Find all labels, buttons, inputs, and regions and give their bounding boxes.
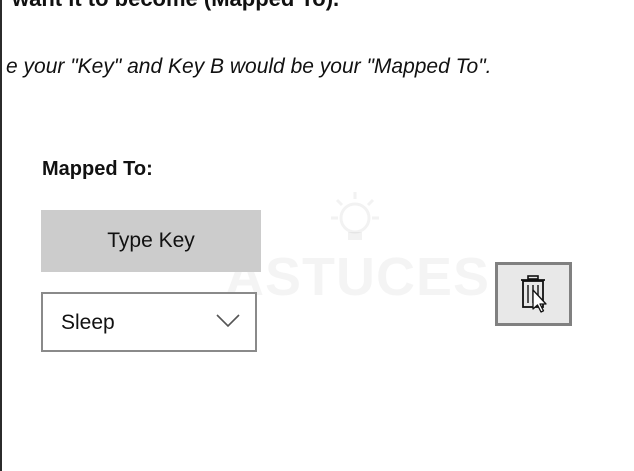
delete-mapping-button[interactable]	[495, 262, 572, 326]
lightbulb-watermark-icon	[331, 192, 379, 240]
instruction-heading: want it to become (Mapped To).	[12, 0, 339, 12]
trash-icon	[520, 275, 547, 313]
mapped-key-dropdown[interactable]: Sleep	[41, 292, 257, 352]
mapped-to-label: Mapped To:	[42, 158, 153, 180]
mapped-key-value: Sleep	[61, 311, 115, 334]
window-content: want it to become (Mapped To). e your "K…	[0, 0, 634, 471]
chevron-down-icon	[216, 314, 240, 328]
instruction-example: e your "Key" and Key B would be your "Ma…	[6, 55, 492, 78]
arrow-cursor-icon	[531, 289, 547, 313]
window-left-border	[0, 0, 2, 471]
watermark-text: ASTUCES	[225, 246, 490, 308]
type-key-button[interactable]: Type Key	[41, 210, 261, 272]
type-key-label: Type Key	[107, 229, 195, 252]
